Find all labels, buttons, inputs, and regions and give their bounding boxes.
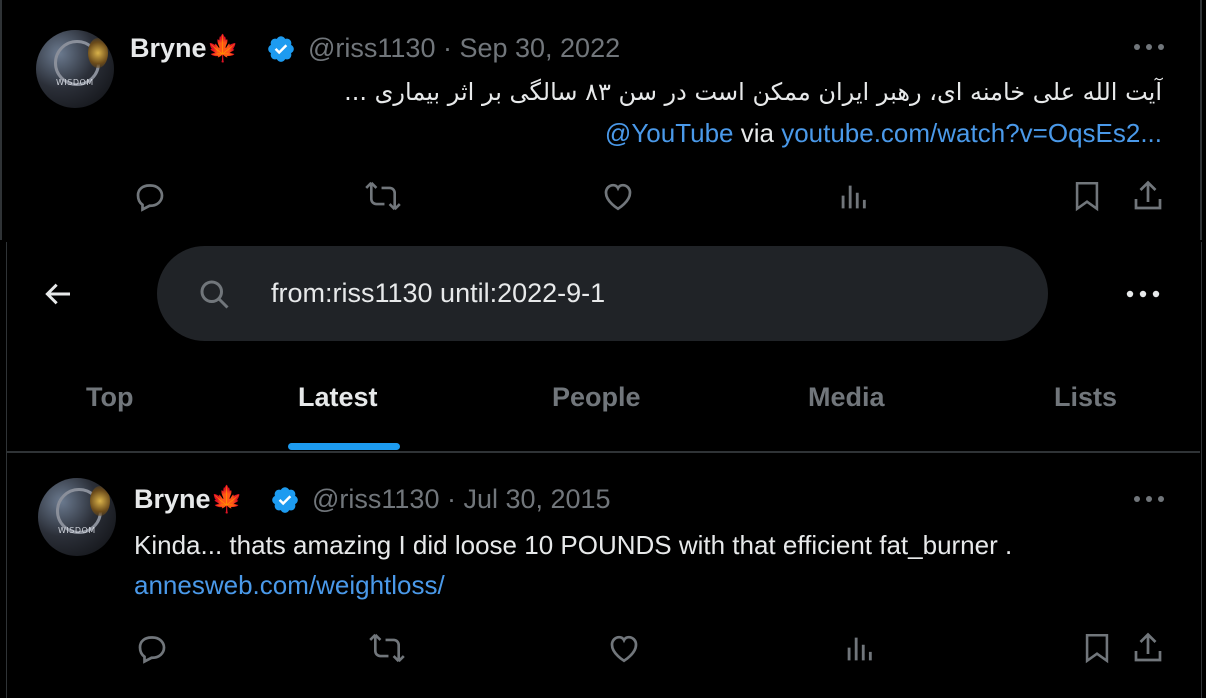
more-icon[interactable] (1125, 287, 1161, 301)
bookmark-icon[interactable] (1070, 178, 1104, 214)
url-link[interactable]: youtube.com/watch?v=OqsEs2... (781, 118, 1162, 148)
verified-badge-icon (268, 36, 294, 62)
share-icon[interactable] (1130, 178, 1166, 214)
tweet-text-rtl: آیت الله علی خامنه ای، رهبر ایران ممکن ا… (344, 78, 1162, 106)
views-icon[interactable] (836, 180, 870, 214)
like-icon[interactable] (606, 630, 642, 666)
back-arrow-icon[interactable] (40, 278, 76, 310)
verified-badge-icon (272, 487, 298, 513)
reply-icon[interactable] (132, 178, 168, 214)
handle-date[interactable]: @riss1130 · Sep 30, 2022 (308, 33, 620, 64)
mention-link[interactable]: @YouTube (605, 118, 734, 148)
author-name[interactable]: Bryne🍁 (130, 33, 239, 64)
avatar[interactable]: WISDOM (38, 478, 116, 556)
tab-lists[interactable]: Lists (1054, 382, 1117, 413)
tab-latest[interactable]: Latest (298, 382, 378, 413)
handle-date[interactable]: @riss1130 · Jul 30, 2015 (312, 484, 611, 515)
author-name[interactable]: Bryne🍁 (134, 484, 243, 515)
search-input[interactable]: from:riss1130 until:2022-9-1 (271, 278, 605, 309)
tweet-card-1[interactable]: WISDOM Bryne🍁 @riss1130 · Sep 30, 2022 آ… (0, 0, 1202, 240)
tab-top[interactable]: Top (86, 382, 133, 413)
avatar[interactable]: WISDOM (36, 30, 114, 108)
retweet-icon[interactable] (368, 630, 406, 666)
bookmark-icon[interactable] (1080, 630, 1114, 666)
url-link[interactable]: annesweb.com/weightloss/ (134, 570, 445, 601)
tweet-link-line: @YouTube via youtube.com/watch?v=OqsEs2.… (604, 118, 1162, 148)
tab-media[interactable]: Media (808, 382, 885, 413)
more-icon[interactable] (1132, 40, 1166, 54)
tab-people[interactable]: People (552, 382, 641, 413)
like-icon[interactable] (600, 178, 636, 214)
active-tab-indicator (288, 443, 400, 450)
views-icon[interactable] (842, 632, 876, 666)
search-icon (200, 280, 229, 309)
tweet-text: Kinda... thats amazing I did loose 10 PO… (134, 530, 1013, 560)
more-icon[interactable] (1132, 492, 1166, 506)
reply-icon[interactable] (134, 630, 170, 666)
share-icon[interactable] (1130, 630, 1166, 666)
retweet-icon[interactable] (364, 178, 402, 214)
